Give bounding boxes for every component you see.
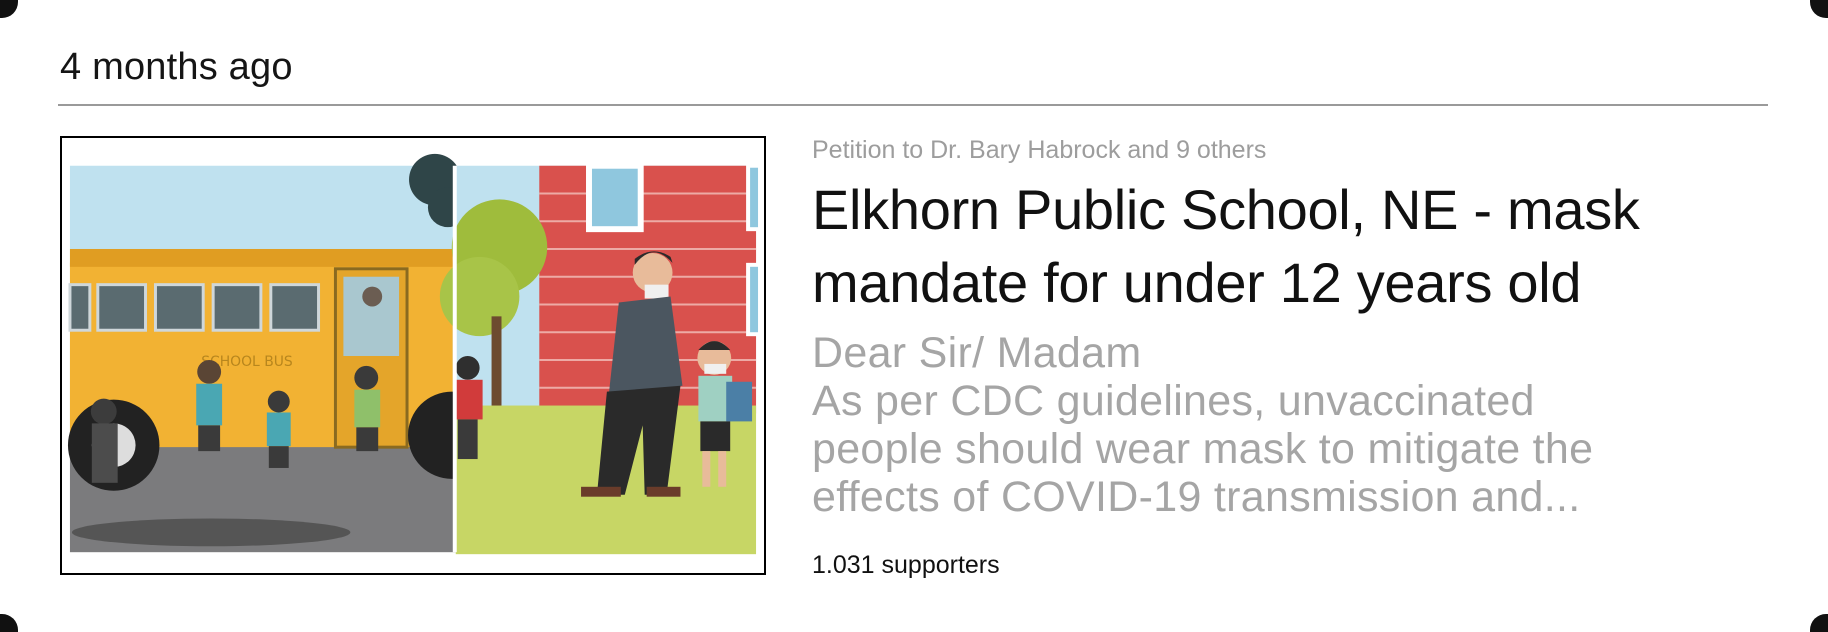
excerpt-line: As per CDC guidelines, unvaccinated [812, 377, 1535, 425]
corner-decoration [1810, 0, 1828, 18]
petition-excerpt: Dear Sir/ Madam As per CDC guidelines, u… [812, 329, 1732, 521]
school-mask-illustration: SCHOOL BUS [67, 153, 763, 555]
corner-decoration [0, 0, 18, 18]
divider [58, 104, 1768, 106]
petition-image[interactable]: SCHOOL BUS [60, 136, 766, 575]
petition-recipient: Petition to Dr. Bary Habrock and 9 other… [812, 136, 1267, 164]
supporter-count: 1.031 supporters [812, 551, 1000, 579]
excerpt-line: effects of COVID-19 transmission and... [812, 473, 1581, 521]
excerpt-line: Dear Sir/ Madam [812, 329, 1142, 377]
post-timestamp: 4 months ago [60, 46, 293, 88]
corner-decoration [1810, 614, 1828, 632]
excerpt-line: people should wear mask to mitigate the [812, 425, 1594, 473]
petition-card[interactable]: SCHOOL BUS Petition to Dr. Bary Habrock … [60, 135, 1768, 579]
petition-info: Petition to Dr. Bary Habrock and 9 other… [812, 135, 1812, 521]
corner-decoration [0, 614, 18, 632]
petition-title[interactable]: Elkhorn Public School, NE - mask mandate… [812, 173, 1712, 319]
